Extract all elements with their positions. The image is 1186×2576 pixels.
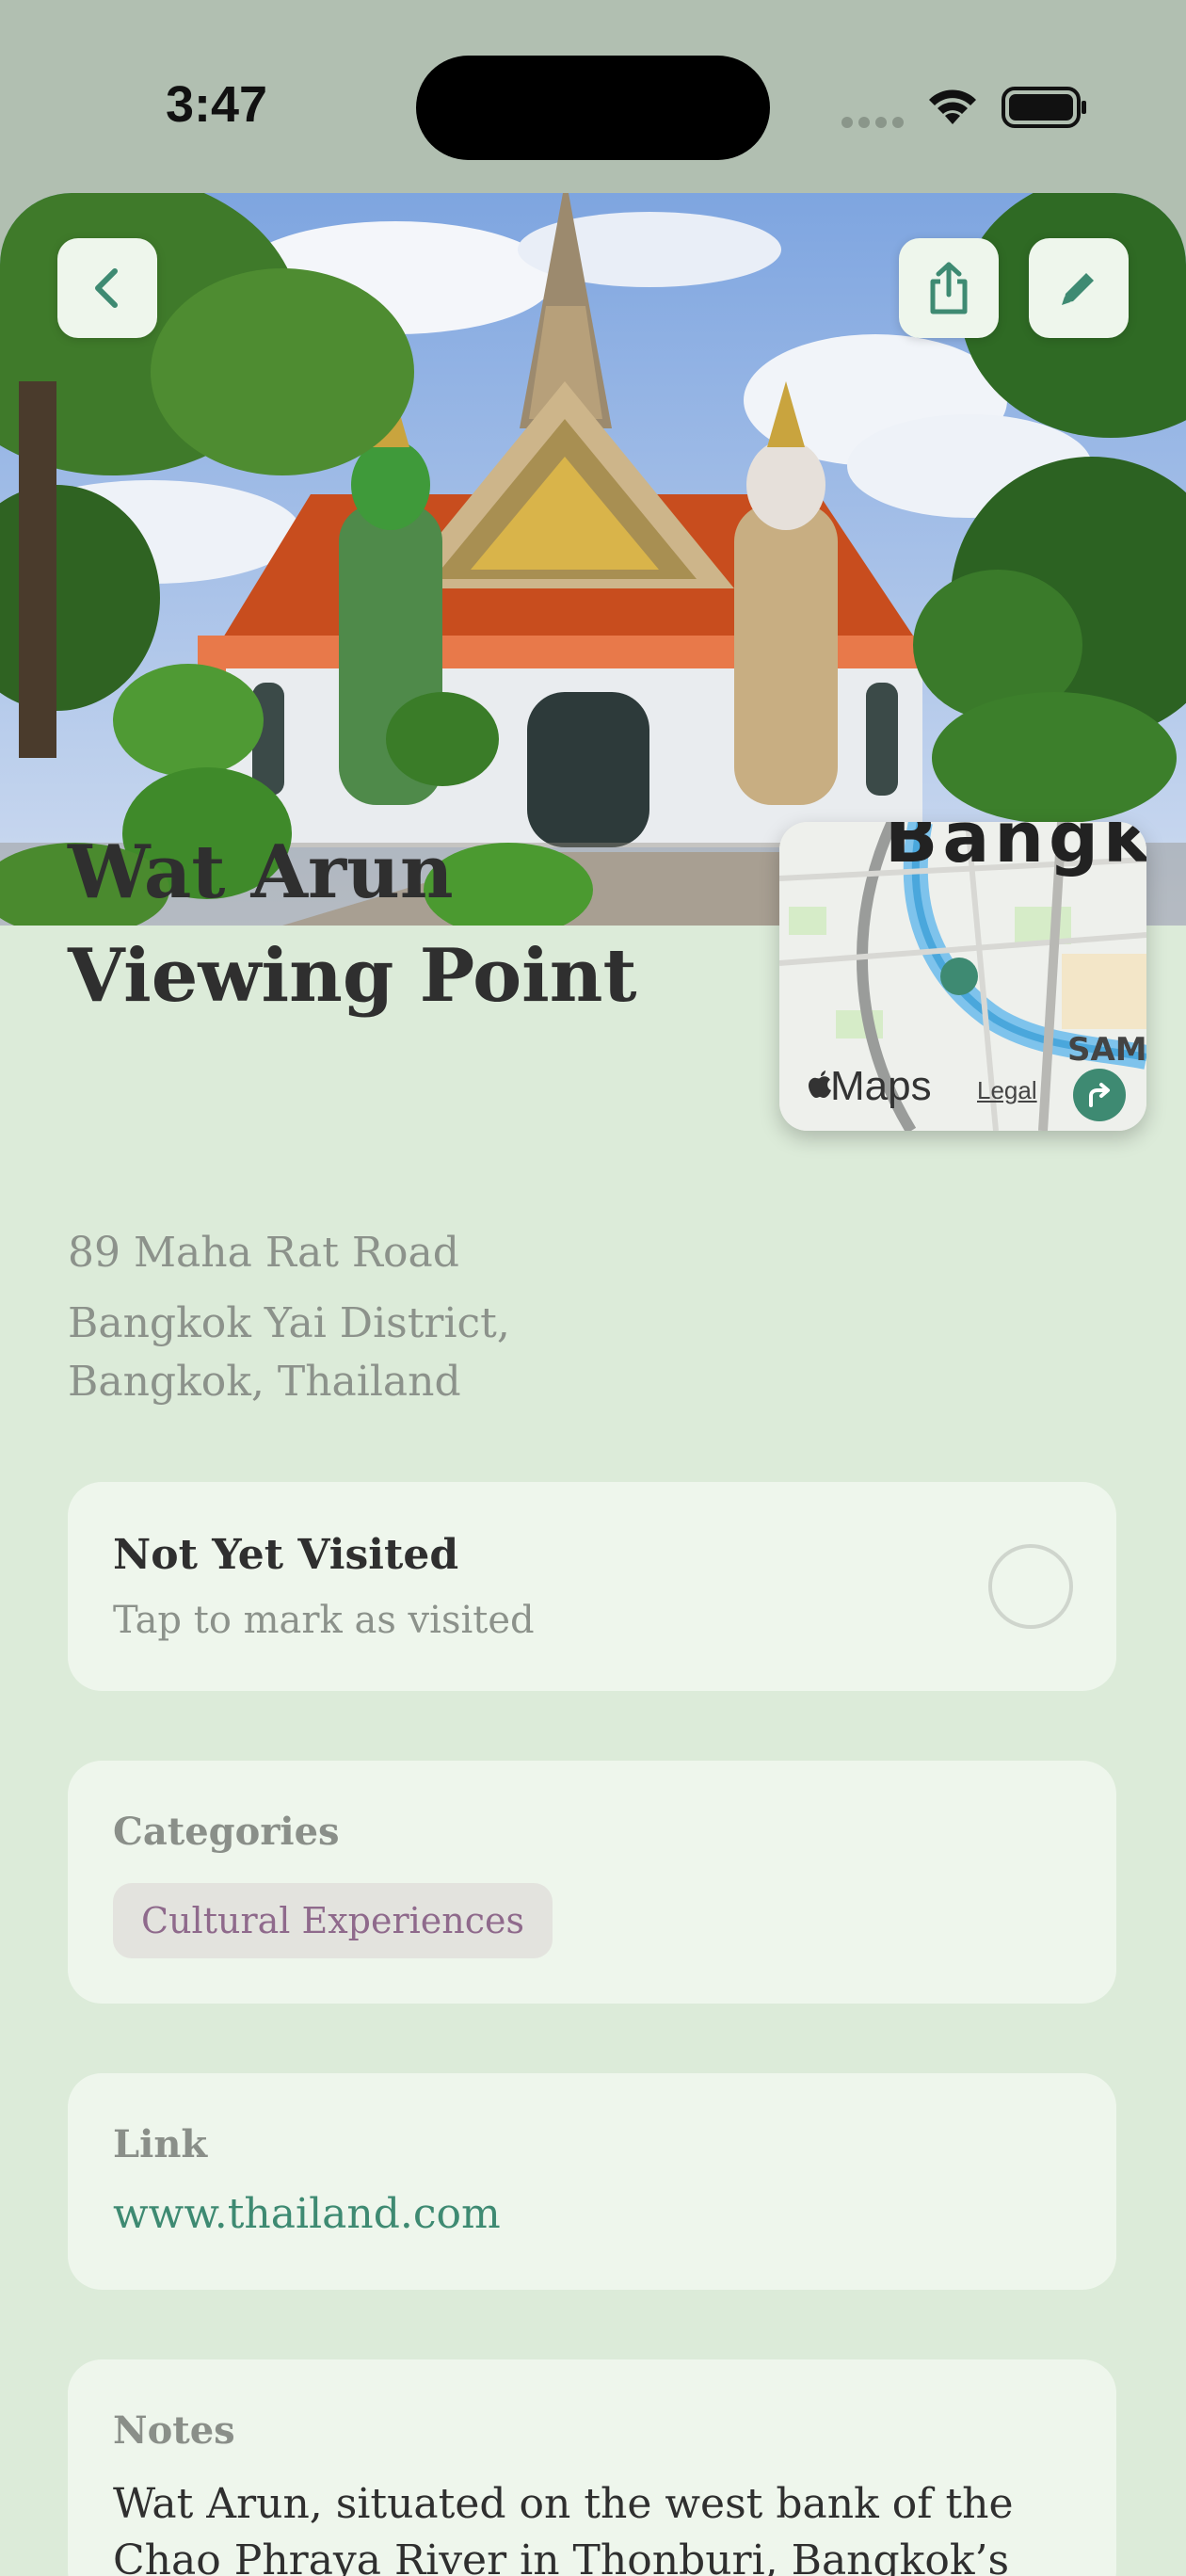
share-icon	[930, 262, 968, 314]
visited-status-title: Not Yet Visited	[113, 1531, 459, 1579]
hero-photo	[0, 193, 1186, 926]
notes-label: Notes	[113, 2408, 235, 2453]
category-chip[interactable]: Cultural Experiences	[113, 1883, 553, 1958]
place-title: Wat Arun Viewing Point	[68, 829, 637, 1019]
chevron-left-icon	[95, 268, 118, 308]
notes-text: Wat Arun, situated on the west bank of t…	[113, 2480, 1014, 2576]
visited-status-subtitle: Tap to mark as visited	[113, 1599, 535, 1642]
share-button[interactable]	[899, 238, 999, 338]
place-detail-sheet: Bangk SAM Maps Legal Wat Arun Viewing Po…	[0, 193, 1186, 2576]
directions-arrow-icon	[1089, 1083, 1110, 1107]
cellular-signal-icon	[841, 117, 904, 128]
dynamic-island	[416, 56, 770, 160]
maps-label: Maps	[830, 1063, 932, 1109]
website-link[interactable]: www.thailand.com	[113, 2190, 501, 2238]
categories-card: Categories Cultural Experiences	[68, 1761, 1116, 2004]
map-legal-link[interactable]: Legal	[977, 1076, 1037, 1105]
categories-label: Categories	[113, 1810, 340, 1854]
edit-button[interactable]	[1029, 238, 1129, 338]
map-city-label: Bangk	[885, 822, 1146, 878]
battery-icon	[1002, 87, 1086, 128]
address-line-1: 89 Maha Rat Road	[68, 1229, 459, 1277]
pencil-icon	[1062, 273, 1094, 305]
directions-button[interactable]	[1073, 1069, 1126, 1121]
status-bar: 3:47	[0, 0, 1186, 193]
visited-toggle-card[interactable]: Not Yet Visited Tap to mark as visited	[68, 1482, 1116, 1691]
link-card: Link www.thailand.com	[68, 2073, 1116, 2290]
link-label: Link	[113, 2122, 208, 2166]
address-line-2: Bangkok Yai District, Bangkok, Thailand	[68, 1299, 510, 1406]
map-preview[interactable]: Bangk SAM Maps Legal	[779, 822, 1146, 1131]
map-area-label: SAM	[1067, 1031, 1146, 1069]
apple-logo-icon	[809, 1071, 831, 1098]
back-button[interactable]	[57, 238, 157, 338]
visited-checkbox[interactable]	[988, 1544, 1073, 1629]
wifi-icon	[929, 89, 976, 124]
status-indicators	[838, 83, 1101, 134]
status-time: 3:47	[166, 76, 268, 133]
notes-card: Notes Wat Arun, situated on the west ban…	[68, 2359, 1116, 2576]
